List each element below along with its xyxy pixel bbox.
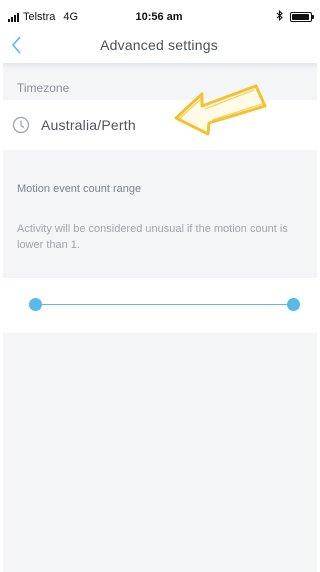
bluetooth-icon [276, 9, 284, 24]
clock-icon [12, 116, 30, 134]
timezone-label: Timezone [17, 81, 70, 95]
slider-min-handle[interactable] [28, 298, 42, 311]
navigation-bar: Advanced settings [0, 30, 318, 62]
battery-level [292, 14, 310, 20]
battery-icon [290, 12, 314, 22]
page-title: Advanced settings [100, 37, 218, 53]
motion-range-title: Motion event count range [17, 183, 142, 195]
status-time: 10:56 am [135, 11, 183, 23]
timezone-value: Australia/Perth [41, 117, 136, 133]
slider-max-handle[interactable] [286, 298, 300, 311]
status-right [276, 9, 314, 24]
status-bar: Telstra 4G 10:56 am [0, 0, 318, 30]
motion-range-description: Activity will be considered unusual if t… [17, 223, 288, 251]
slider-track [35, 304, 293, 305]
settings-content: Timezone Australia/Perth Motion event co… [3, 63, 317, 572]
motion-range-slider[interactable] [3, 278, 317, 333]
annotation-arrow-icon [174, 84, 267, 136]
nav-shadow [3, 63, 317, 69]
